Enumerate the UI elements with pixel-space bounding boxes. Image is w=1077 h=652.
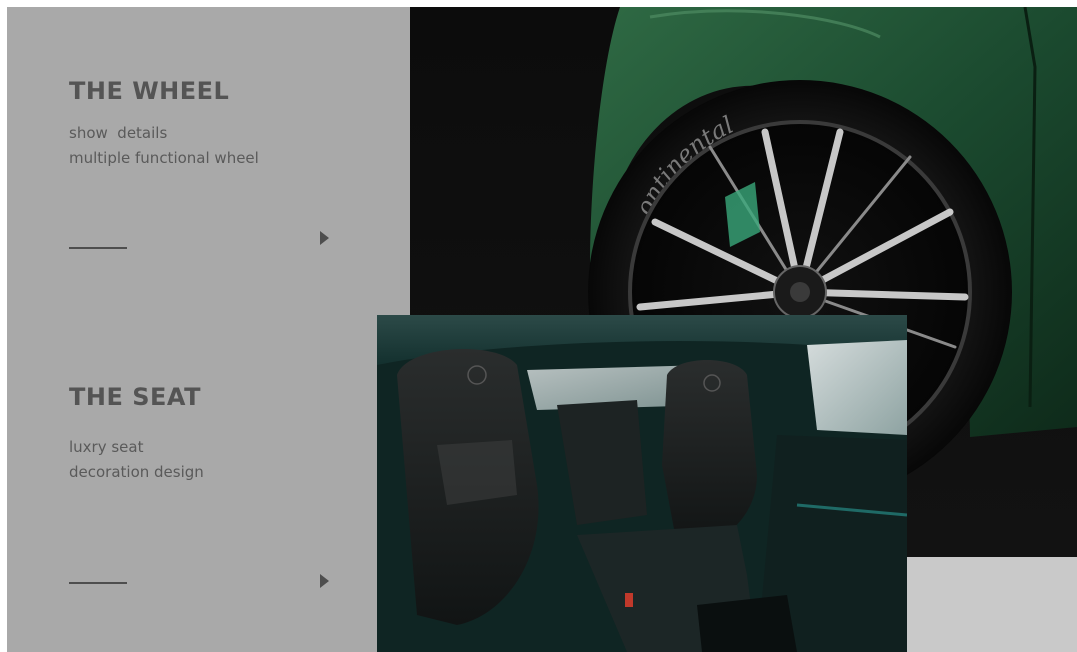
seat-desc-line-1: luxry seat xyxy=(69,438,144,456)
wheel-desc-line-1: show details xyxy=(69,124,168,142)
showcase-frame: THE WHEEL show details multiple function… xyxy=(7,7,1077,652)
left-info-panel: THE WHEEL show details multiple function… xyxy=(7,7,410,652)
wheel-play-arrow-icon[interactable] xyxy=(320,231,329,245)
seat-desc-line-2: decoration design xyxy=(69,463,204,481)
seat-play-arrow-icon[interactable] xyxy=(320,574,329,588)
seat-section-description: luxry seat decoration design xyxy=(69,435,204,485)
wheel-section-divider xyxy=(69,247,127,249)
seat-photo xyxy=(377,315,907,652)
wheel-desc-line-2: multiple functional wheel xyxy=(69,149,259,167)
seat-section-divider xyxy=(69,582,127,584)
wheel-section-title: THE WHEEL xyxy=(69,77,230,105)
seat-section-title: THE SEAT xyxy=(69,383,201,411)
wheel-section-description: show details multiple functional wheel xyxy=(69,121,259,171)
